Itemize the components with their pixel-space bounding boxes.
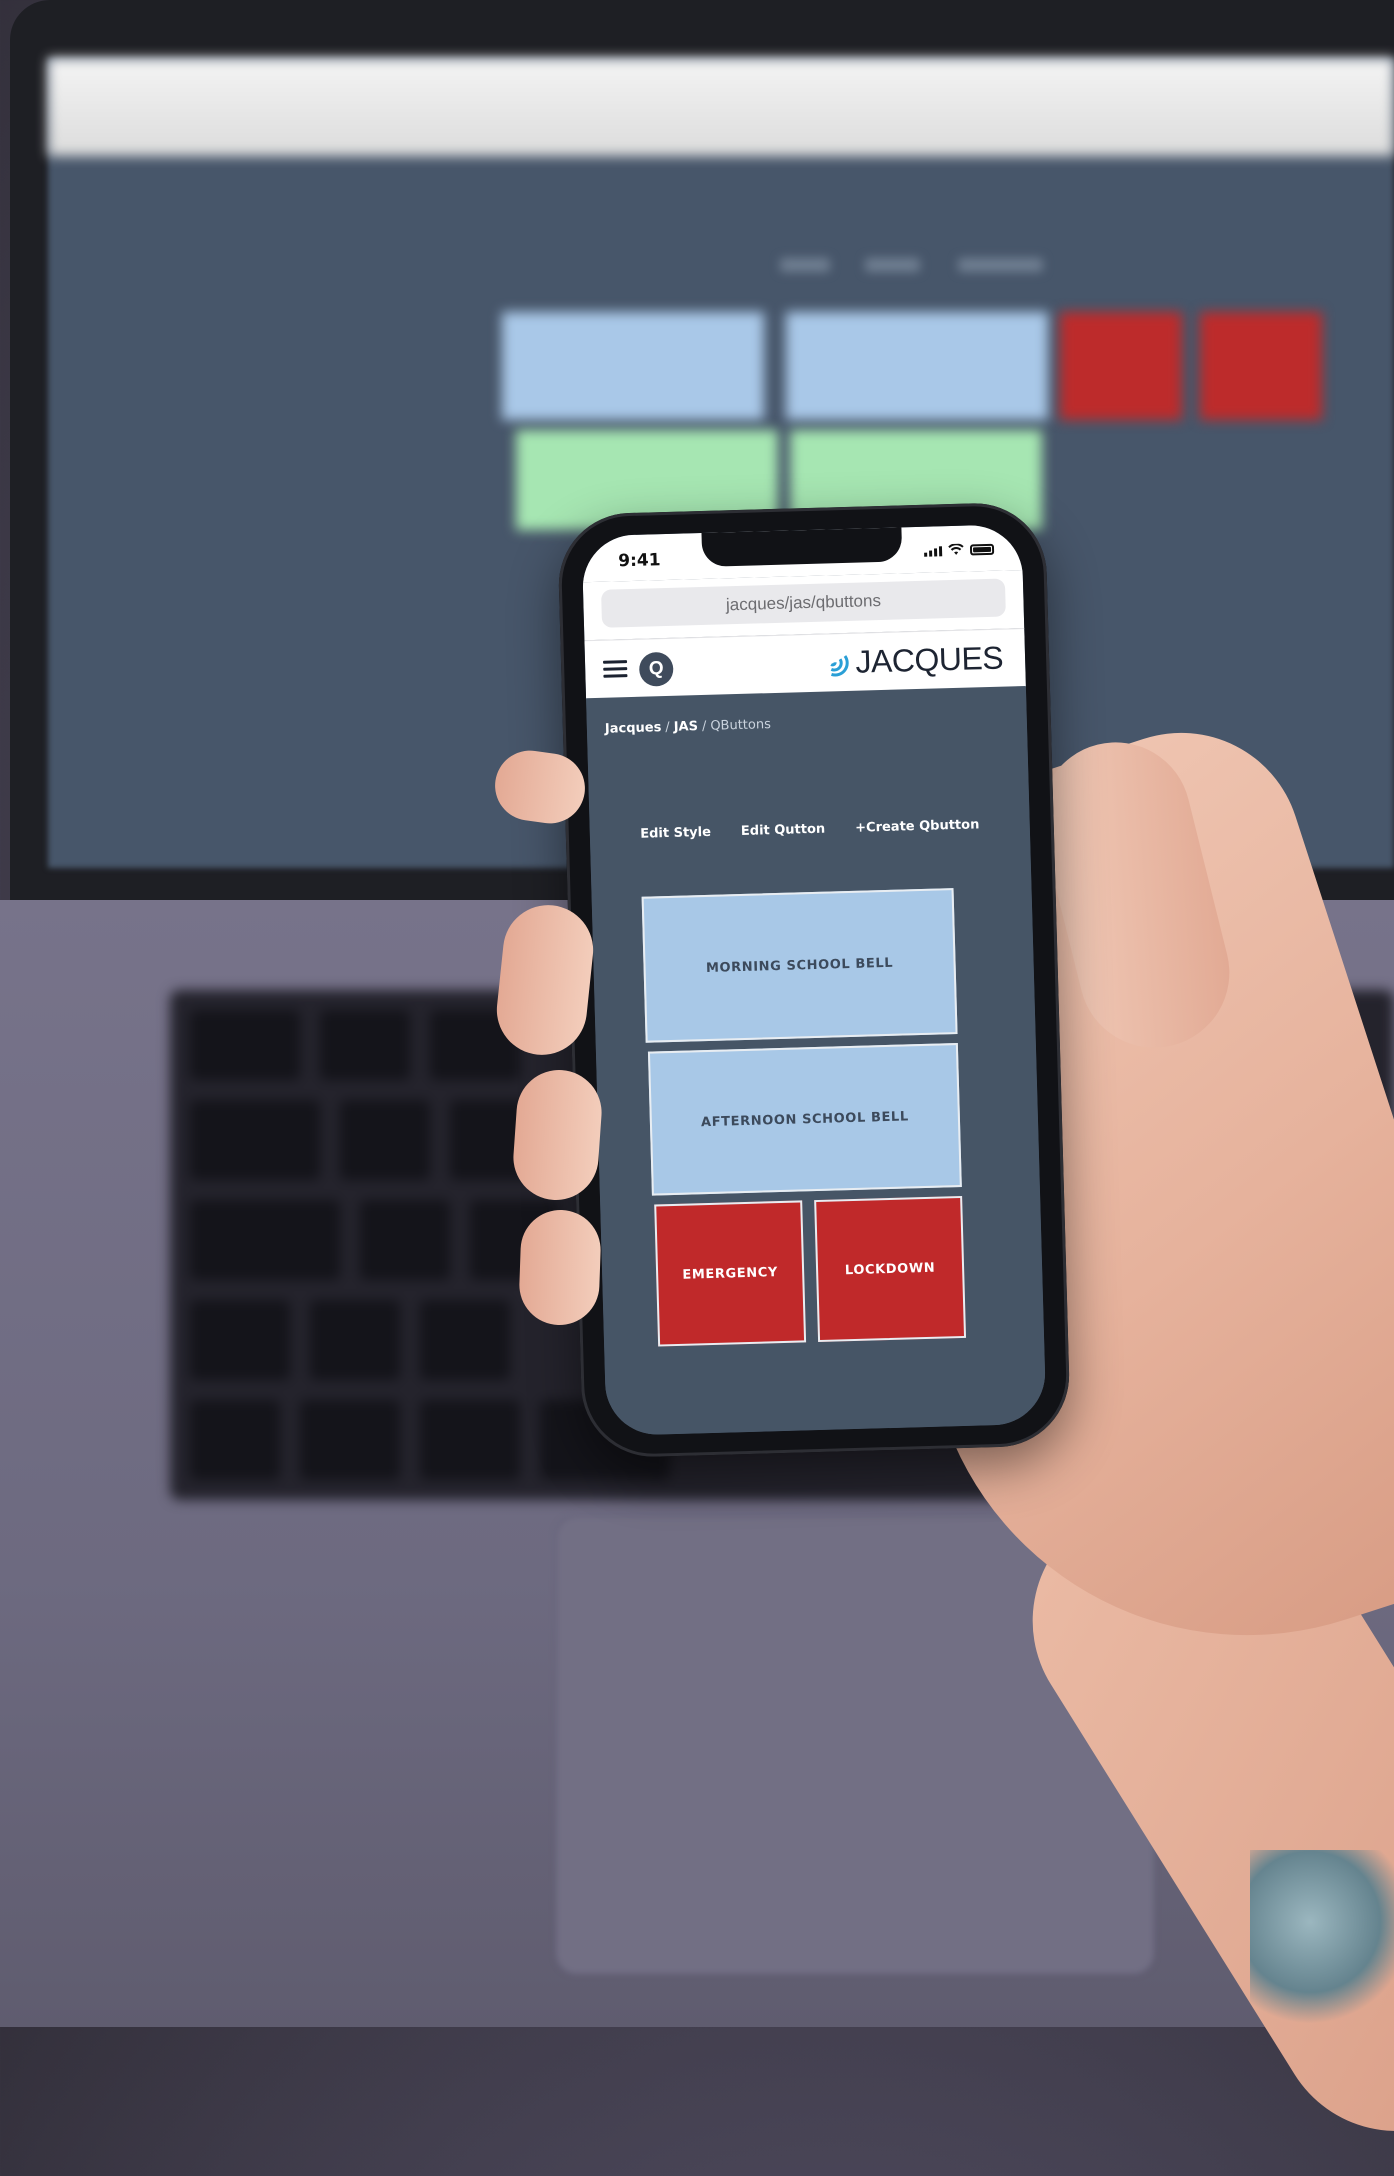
qbutton-morning-school-bell[interactable]: MORNING SCHOOL BELL (641, 888, 958, 1043)
laptop-nav-blur (865, 258, 920, 272)
jacques-logo-icon (830, 654, 850, 676)
breadcrumb: Jacques / JAS / QButtons (605, 717, 771, 737)
signal-icon (924, 546, 943, 557)
battery-icon (969, 543, 995, 556)
status-icons (924, 543, 995, 557)
breadcrumb-separator: / (665, 719, 670, 736)
breadcrumb-jas[interactable]: JAS (674, 719, 699, 735)
create-qbutton-link[interactable]: +Create Qbutton (855, 817, 980, 835)
breadcrumb-jacques[interactable]: Jacques (605, 720, 662, 737)
breadcrumb-current: QButtons (710, 717, 772, 734)
qbutton-afternoon-school-bell[interactable]: AFTERNOON SCHOOL BELL (647, 1043, 962, 1196)
laptop-qbutton-blur (1200, 312, 1322, 420)
smartphone: 9:41 jacques/jas/qbuttons Q JACQUES Jacq… (556, 501, 1072, 1459)
hand-finger (510, 1067, 605, 1203)
edit-qutton-link[interactable]: Edit Qutton (741, 822, 826, 839)
brand-logo[interactable]: JACQUES (825, 640, 1004, 682)
qbutton-lockdown[interactable]: LOCKDOWN (814, 1195, 967, 1343)
status-time: 9:41 (617, 550, 661, 572)
hand-finger (518, 1208, 602, 1327)
brand-name: JACQUES (854, 639, 1004, 680)
q-logo-icon[interactable]: Q (638, 651, 674, 687)
wifi-icon (948, 543, 964, 555)
laptop-qbutton-blur (786, 312, 1048, 420)
laptop-qbutton-blur (1060, 312, 1182, 420)
wrist-tattoo (1250, 1850, 1394, 2030)
qbuttons-page: Jacques / JAS / QButtons Edit Style Edit Qut… (586, 685, 1047, 1436)
laptop-nav-blur (780, 258, 830, 272)
breadcrumb-separator: / (701, 718, 707, 735)
laptop-browser-bar-blurred (48, 58, 1394, 156)
menu-icon[interactable] (603, 660, 628, 679)
phone-screen: 9:41 jacques/jas/qbuttons Q JACQUES Jacq… (581, 524, 1047, 1436)
edit-style-link[interactable]: Edit Style (640, 825, 711, 842)
qbutton-emergency[interactable]: EMERGENCY (654, 1200, 807, 1347)
action-bar: Edit Style Edit Qutton +Create Qbutton (590, 816, 1030, 843)
phone-notch (701, 527, 903, 567)
url-bar[interactable]: jacques/jas/qbuttons (601, 578, 1006, 628)
laptop-nav-blur (958, 258, 1043, 272)
laptop-qbutton-blur (502, 312, 764, 420)
